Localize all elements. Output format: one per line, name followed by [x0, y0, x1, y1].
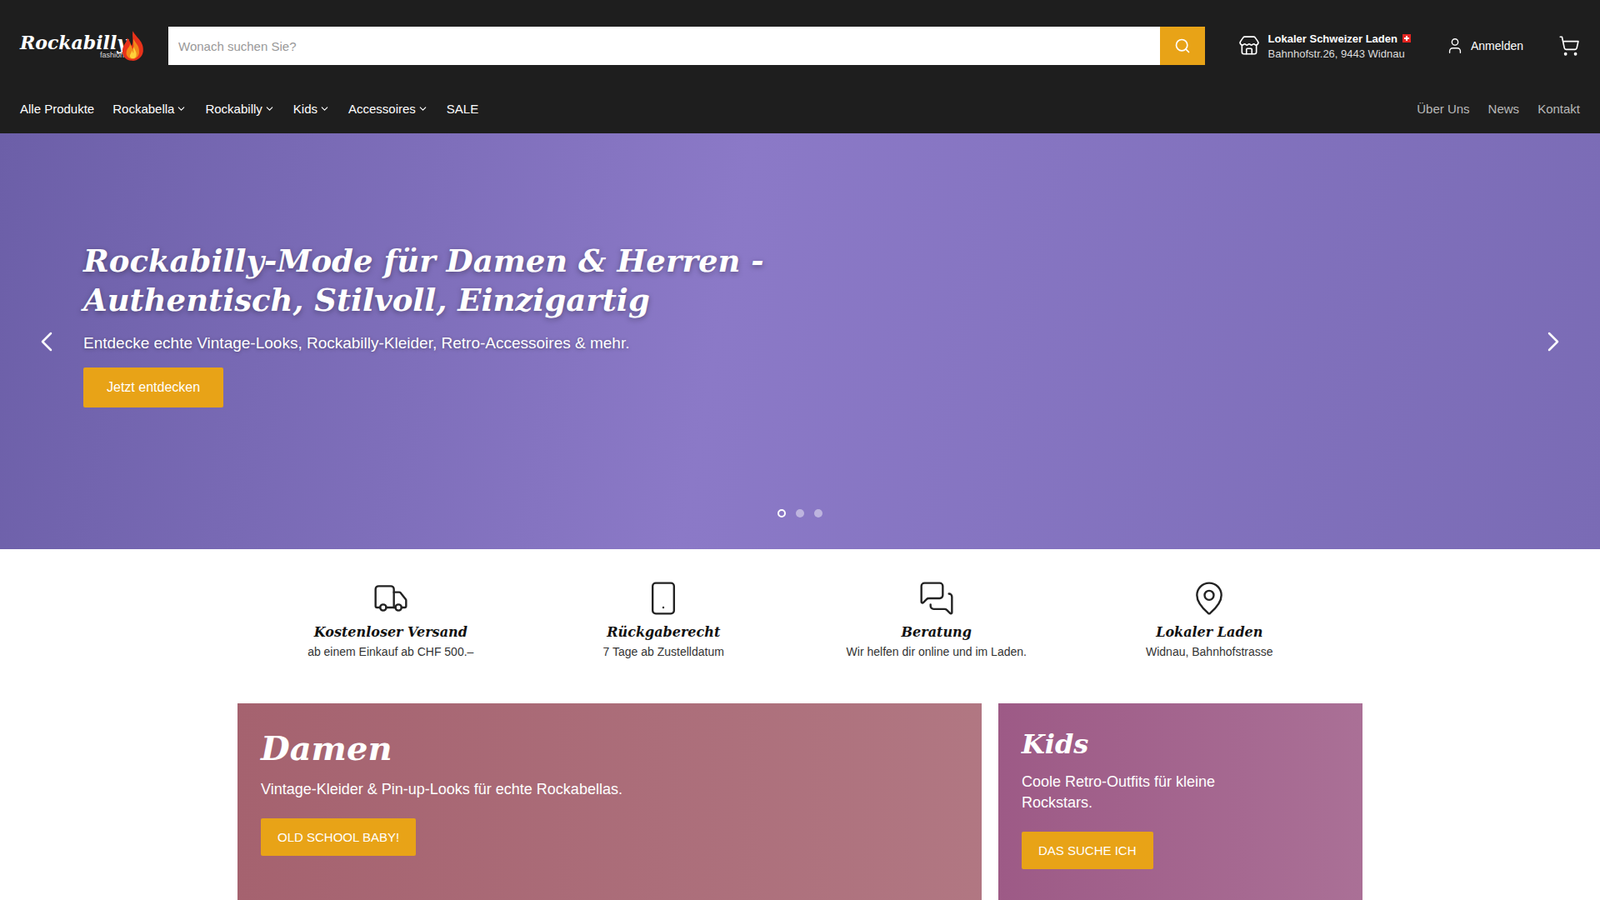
hero-slider: Rockabilly-Mode für Damen & Herren - Aut…	[0, 133, 1600, 550]
card-title: Damen	[260, 728, 959, 768]
nav-item[interactable]: SALE	[446, 101, 479, 116]
nav-item[interactable]: Rockabilly	[205, 101, 275, 116]
feature-title: Beratung	[901, 624, 972, 640]
category-card[interactable]: Kids Coole Retro-Outfits für kleine Rocks…	[998, 703, 1363, 900]
nav-item[interactable]: Accessoires	[348, 101, 429, 116]
feature-title: Kostenloser Versand	[314, 624, 468, 640]
feature-text: Widnau, Bahnhofstrasse	[1145, 645, 1274, 659]
card-button[interactable]: DAS SUCHE ICH	[1021, 831, 1154, 870]
store-icon	[1238, 35, 1260, 57]
search-input[interactable]	[168, 26, 1160, 65]
chevron-down-icon	[175, 103, 187, 115]
chat-icon	[918, 580, 955, 617]
nav-item[interactable]: Rockabella	[112, 101, 187, 116]
hero-content: Rockabilly-Mode für Damen & Herren - Aut…	[83, 241, 884, 408]
main-nav: Alle Produkte Rockabella Rockabilly Kids Acc…	[0, 91, 1600, 134]
cart-icon	[1558, 35, 1580, 57]
swiss-flag-icon	[1402, 34, 1411, 43]
next-slide-button[interactable]	[1531, 324, 1575, 360]
search-icon	[1174, 37, 1191, 55]
card-text: Vintage-Kleider & Pin-up-Looks für echte…	[260, 779, 959, 800]
feature: Rückgaberecht 7 Tage ab Zustelldatum	[527, 577, 801, 659]
category-card[interactable]: Damen Vintage-Kleider & Pin-up-Looks für …	[237, 703, 982, 900]
slide-dot[interactable]	[777, 509, 786, 518]
feature: Beratung Wir helfen dir online und im Lad…	[800, 577, 1074, 659]
nav-list: Alle Produkte Rockabella Rockabilly Kids Acc…	[20, 101, 479, 116]
slide-dot[interactable]	[795, 509, 805, 518]
page: RockabillyfashionLokaler Schweizer Laden…	[0, 0, 1600, 900]
feature-icon-wrap	[1190, 577, 1228, 620]
truck-icon	[372, 580, 410, 617]
search-bar	[168, 26, 1205, 65]
card-title: Kids	[1021, 728, 1340, 760]
logo[interactable]: Rockabillyfashion	[20, 22, 147, 70]
feature-title: Lokaler Laden	[1155, 624, 1263, 640]
chevron-left-icon	[30, 325, 64, 359]
site-header: RockabillyfashionLokaler Schweizer Laden…	[0, 0, 1600, 134]
map-pin-icon	[1190, 580, 1228, 617]
feature: Kostenloser Versand ab einem Einkauf ab C…	[254, 577, 528, 659]
flame-icon	[119, 22, 147, 70]
chevron-right-icon	[1536, 325, 1570, 359]
feature-text: Wir helfen dir online und im Laden.	[846, 645, 1027, 659]
store-lines: Lokaler Schweizer Laden Bahnhofstr.26, 94…	[1268, 32, 1411, 60]
feature: Lokaler Laden Widnau, Bahnhofstrasse	[1073, 577, 1347, 659]
chevron-down-icon	[319, 103, 330, 115]
slide-dots	[777, 509, 823, 518]
card-button[interactable]: OLD SCHOOL BABY!	[260, 818, 416, 856]
account-link[interactable]: Anmelden	[1445, 36, 1524, 55]
logo-subtitle: fashion	[100, 51, 125, 60]
search-button[interactable]	[1160, 26, 1205, 65]
store-info[interactable]: Lokaler Schweizer Laden Bahnhofstr.26, 94…	[1238, 32, 1411, 60]
category-cards: Damen Vintage-Kleider & Pin-up-Looks für …	[237, 703, 1363, 900]
store-address: Bahnhofstr.26, 9443 Widnau	[1268, 47, 1411, 60]
feature-text: 7 Tage ab Zustelldatum	[603, 645, 725, 659]
secondary-nav-list: Über Uns News Kontakt	[1416, 101, 1580, 116]
cart-button[interactable]	[1558, 35, 1580, 57]
slide-dot[interactable]	[814, 509, 823, 518]
hero-subtitle: Entdecke echte Vintage-Looks, Rockabilly…	[83, 334, 884, 353]
secondary-nav-item[interactable]: Kontakt	[1537, 101, 1580, 116]
feature-text: ab einem Einkauf ab CHF 500.–	[307, 645, 474, 659]
feature-icon-wrap	[918, 577, 955, 620]
hero-title: Rockabilly-Mode für Damen & Herren - Aut…	[83, 241, 884, 320]
logo-title: Rockabilly	[20, 33, 128, 52]
logo-text: Rockabillyfashion	[20, 33, 128, 60]
nav-item[interactable]: Alle Produkte	[20, 101, 95, 116]
phone-icon	[645, 580, 682, 617]
hero-button[interactable]: Jetzt entdecken	[83, 367, 224, 408]
store-title: Lokaler Schweizer Laden	[1268, 32, 1411, 45]
feature-icon-wrap	[645, 577, 682, 620]
chevron-down-icon	[264, 103, 275, 115]
card-text: Coole Retro-Outfits für kleine Rockstars…	[1021, 771, 1239, 814]
prev-slide-button[interactable]	[25, 324, 69, 360]
feature-icon-wrap	[372, 577, 410, 620]
features-row: Kostenloser Versand ab einem Einkauf ab C…	[254, 549, 1346, 704]
secondary-nav-item[interactable]: News	[1488, 101, 1520, 116]
feature-title: Rückgaberecht	[606, 624, 720, 640]
secondary-nav-item[interactable]: Über Uns	[1416, 101, 1470, 116]
chevron-down-icon	[417, 103, 429, 115]
nav-item[interactable]: Kids	[293, 101, 330, 116]
user-icon	[1445, 36, 1465, 55]
header-top-row: Rockabillyfashion Lokaler Schweizer Laden…	[0, 0, 1600, 92]
